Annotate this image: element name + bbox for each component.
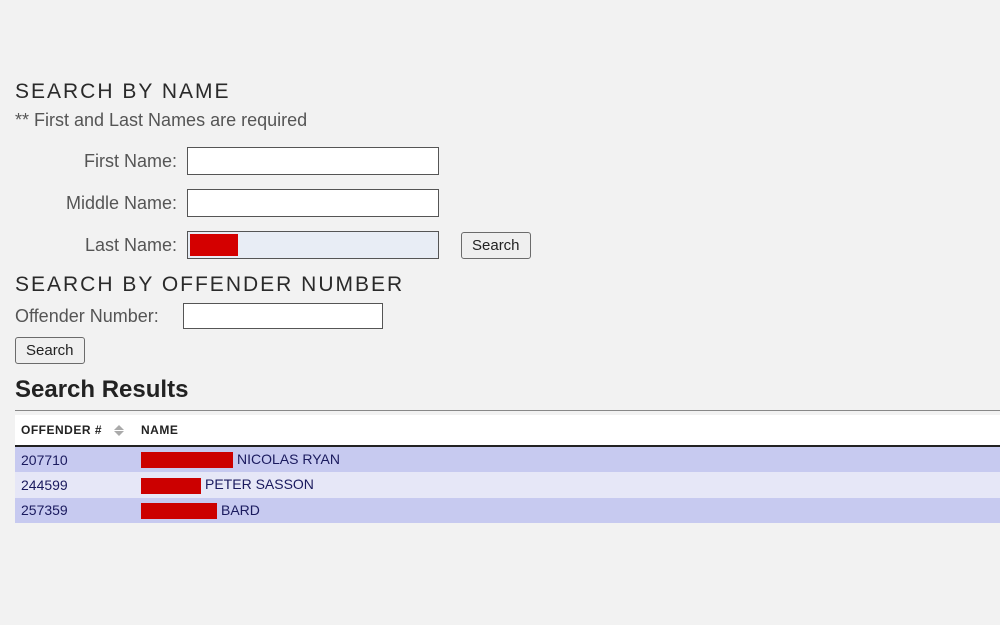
name-text: BARD [221,502,260,518]
search-results-title: Search Results [0,376,1000,404]
table-row[interactable]: 257359 BARD [15,498,1000,523]
middle-name-input[interactable] [187,189,439,217]
results-table: OFFENDER # NAME 207710 NICOLAS RYAN 244599… [15,415,1000,523]
first-name-label: First Name: [15,151,187,172]
column-header-name[interactable]: NAME [135,415,1000,446]
sort-icon [114,425,124,436]
search-by-number-button[interactable]: Search [15,337,85,364]
offender-number-label: Offender Number: [15,306,183,327]
last-name-input[interactable] [187,231,439,259]
middle-name-label: Middle Name: [15,193,187,214]
name-cell: NICOLAS RYAN [135,446,1000,472]
offender-number-cell: 244599 [15,472,135,497]
offender-number-input[interactable] [183,303,383,329]
search-by-offender-title: SEARCH BY OFFENDER NUMBER [15,273,985,297]
name-cell: BARD [135,498,1000,523]
column-header-name-label: NAME [141,423,178,437]
search-by-name-button[interactable]: Search [461,232,531,259]
search-by-name-note: ** First and Last Names are required [15,110,985,131]
column-header-offender-label: OFFENDER # [21,423,102,437]
name-cell: PETER SASSON [135,472,1000,497]
redaction-block [141,503,217,519]
search-by-name-title: SEARCH BY NAME [15,80,985,104]
offender-number-cell: 257359 [15,498,135,523]
table-row[interactable]: 207710 NICOLAS RYAN [15,446,1000,472]
name-text: NICOLAS RYAN [237,451,340,467]
column-header-offender[interactable]: OFFENDER # [15,415,135,446]
name-text: PETER SASSON [205,476,314,492]
last-name-label: Last Name: [15,235,187,256]
offender-number-cell: 207710 [15,446,135,472]
redaction-block [141,478,201,494]
table-row[interactable]: 244599 PETER SASSON [15,472,1000,497]
redaction-block [141,452,233,468]
divider [15,410,1000,411]
first-name-input[interactable] [187,147,439,175]
